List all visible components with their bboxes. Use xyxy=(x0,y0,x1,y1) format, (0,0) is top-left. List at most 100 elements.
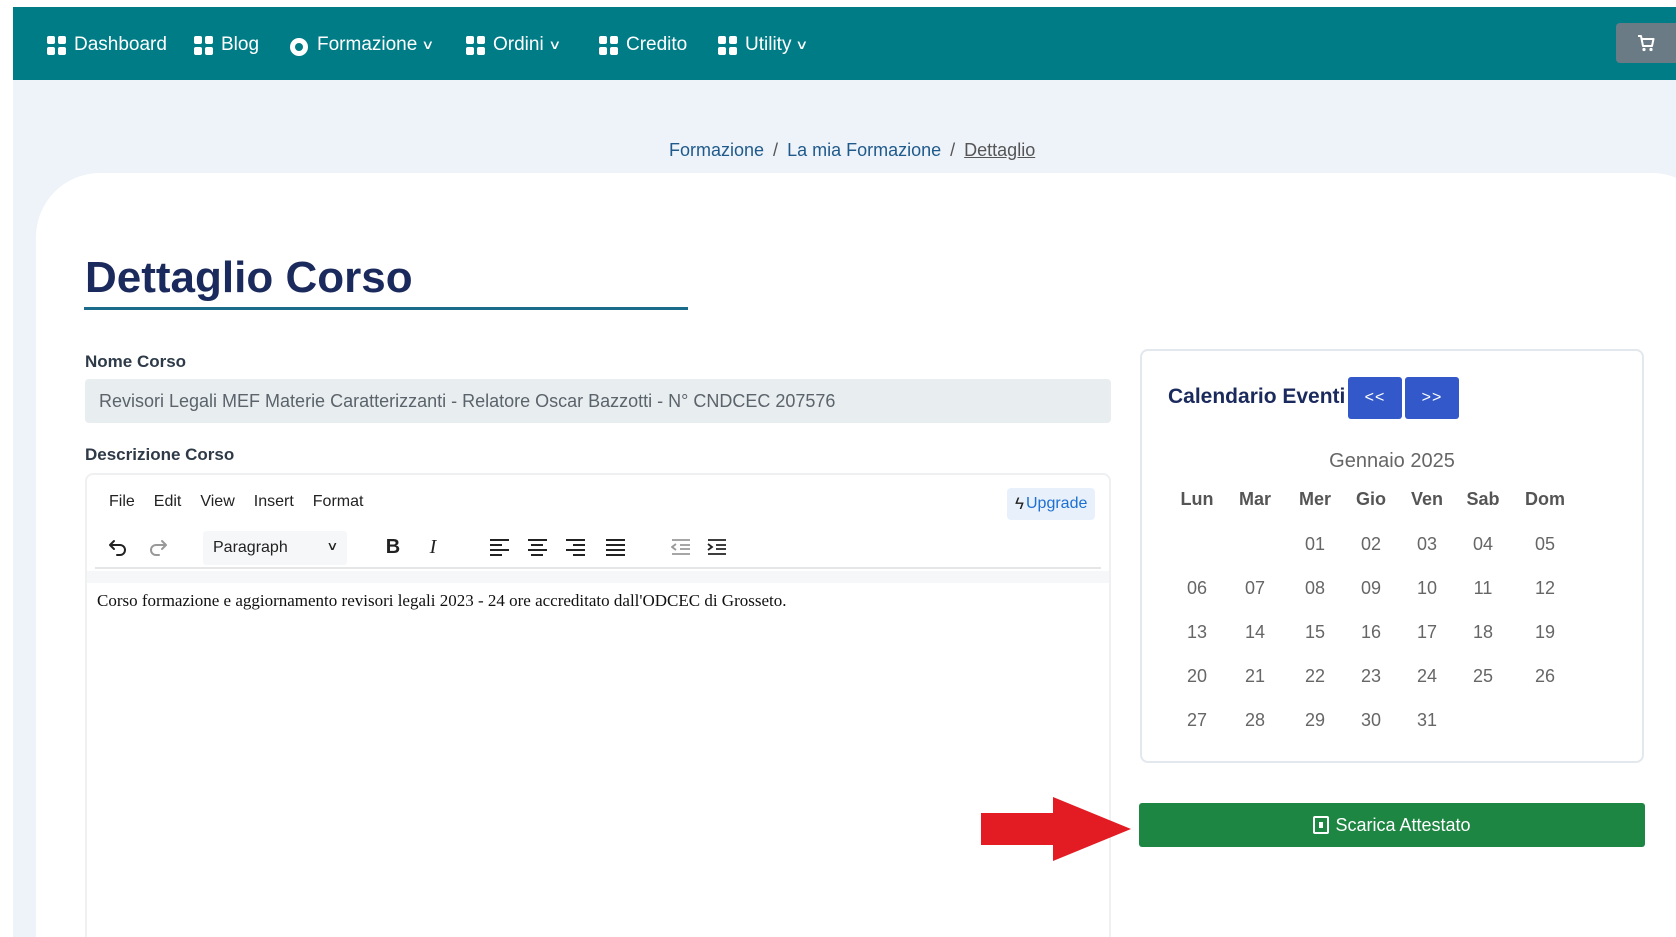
calendar-weekday: Gio xyxy=(1356,489,1386,509)
calendar-weekday: Sab xyxy=(1466,489,1500,509)
menu-insert[interactable]: Insert xyxy=(254,493,294,511)
calendar-day[interactable]: 27 xyxy=(1167,710,1227,731)
globe-icon xyxy=(289,35,309,56)
nav-credito[interactable]: Credito xyxy=(598,33,687,57)
calendar-day[interactable]: 09 xyxy=(1341,578,1401,599)
nav-formazione-label: Formazione xyxy=(317,34,418,55)
grid-icon xyxy=(193,35,213,55)
calendar-day[interactable]: 22 xyxy=(1285,666,1345,687)
align-justify-button[interactable] xyxy=(603,529,627,565)
calendar-day[interactable]: 07 xyxy=(1225,578,1285,599)
grid-icon xyxy=(46,35,66,55)
breadcrumb-formazione[interactable]: Formazione xyxy=(669,140,764,161)
breadcrumb-separator: / xyxy=(773,140,779,160)
course-name-label: Nome Corso xyxy=(85,352,187,371)
italic-button[interactable]: I xyxy=(421,529,445,565)
calendar-day[interactable]: 23 xyxy=(1341,666,1401,687)
align-right-button[interactable] xyxy=(563,529,587,565)
block-format-select[interactable]: Paragraph ∨ xyxy=(203,531,347,565)
breadcrumb-la-mia-formazione[interactable]: La mia Formazione xyxy=(787,140,941,161)
breadcrumb-dettaglio[interactable]: Dettaglio xyxy=(964,140,1035,161)
calendar-day[interactable]: 30 xyxy=(1341,710,1401,731)
align-center-icon xyxy=(527,538,547,556)
calendar-title: Calendario Eventi xyxy=(1168,385,1346,408)
calendar-day[interactable]: 01 xyxy=(1285,534,1345,555)
nav-utility-label: Utility xyxy=(745,34,792,55)
align-center-button[interactable] xyxy=(525,529,549,565)
nav-dashboard-label: Dashboard xyxy=(74,34,167,55)
nav-credito-label: Credito xyxy=(626,34,688,55)
calendar-day[interactable]: 26 xyxy=(1515,666,1575,687)
nav-utility[interactable]: Utility ∨ xyxy=(717,33,809,57)
calendar-day[interactable]: 18 xyxy=(1453,622,1513,643)
calendar-day[interactable]: 16 xyxy=(1341,622,1401,643)
align-left-button[interactable] xyxy=(487,529,511,565)
indent-button[interactable] xyxy=(705,529,729,565)
course-description-label: Descrizione Corso xyxy=(85,445,235,464)
calendar-day[interactable]: 11 xyxy=(1453,578,1513,599)
calendar-day[interactable]: 25 xyxy=(1453,666,1513,687)
calendar-day[interactable]: 08 xyxy=(1285,578,1345,599)
calendar-day[interactable]: 15 xyxy=(1285,622,1345,643)
nav-formazione[interactable]: Formazione ∨ xyxy=(289,33,435,57)
upgrade-button[interactable]: ϟ Upgrade xyxy=(1007,488,1096,520)
grid-icon xyxy=(717,35,737,55)
redo-button[interactable] xyxy=(145,529,171,565)
calendar-day[interactable]: 24 xyxy=(1397,666,1457,687)
cart-button[interactable] xyxy=(1616,23,1676,63)
editor-toolbar: Paragraph ∨ B I xyxy=(87,529,1113,569)
calendar-weekday: Mar xyxy=(1238,489,1271,509)
calendar-day[interactable]: 03 xyxy=(1397,534,1457,555)
calendar-weekday: Ven xyxy=(1410,489,1444,509)
menu-file[interactable]: File xyxy=(109,493,135,511)
breadcrumb-separator: / xyxy=(950,140,956,160)
chevron-down-icon: ∨ xyxy=(421,37,435,52)
calendar-day[interactable]: 10 xyxy=(1397,578,1457,599)
outdent-button[interactable] xyxy=(669,529,693,565)
calendar-day[interactable]: 21 xyxy=(1225,666,1285,687)
calendar-day[interactable]: 29 xyxy=(1285,710,1345,731)
calendar-day[interactable]: 19 xyxy=(1515,622,1575,643)
calendar-day[interactable]: 05 xyxy=(1515,534,1575,555)
app-frame: Dashboard Blog Formazione ∨ Ordini ∨ Cre… xyxy=(13,7,1676,937)
nav-ordini[interactable]: Ordini ∨ xyxy=(465,33,561,57)
calendar-day[interactable]: 31 xyxy=(1397,710,1457,731)
redo-icon xyxy=(150,540,167,556)
toolbar-divider xyxy=(95,567,1101,569)
calendar-weekday: Mer xyxy=(1298,489,1331,509)
calendar-day[interactable]: 02 xyxy=(1341,534,1401,555)
align-justify-icon xyxy=(605,538,625,556)
bold-icon: B xyxy=(385,535,401,558)
document-icon xyxy=(1313,816,1330,834)
lightning-icon: ϟ xyxy=(1015,494,1024,513)
outdent-icon xyxy=(671,539,690,555)
page-title: Dettaglio Corso xyxy=(85,253,413,302)
cart-icon xyxy=(1638,35,1655,52)
bold-button[interactable]: B xyxy=(381,529,405,565)
course-name-field[interactable]: Revisori Legali MEF Materie Caratterizza… xyxy=(85,379,1111,423)
menu-view[interactable]: View xyxy=(200,493,234,511)
calendar-prev-button[interactable]: << xyxy=(1348,377,1402,419)
align-left-icon xyxy=(489,538,509,556)
align-right-icon xyxy=(565,538,585,556)
menu-format[interactable]: Format xyxy=(313,493,364,511)
events-calendar: Calendario Eventi << >> Gennaio 2025 Lun… xyxy=(1140,349,1644,763)
calendar-day[interactable]: 13 xyxy=(1167,622,1227,643)
calendar-day[interactable]: 14 xyxy=(1225,622,1285,643)
calendar-day[interactable]: 12 xyxy=(1515,578,1575,599)
nav-dashboard[interactable]: Dashboard xyxy=(46,33,167,57)
nav-blog[interactable]: Blog xyxy=(193,33,259,57)
nav-blog-label: Blog xyxy=(221,34,260,55)
calendar-day[interactable]: 17 xyxy=(1397,622,1457,643)
top-navbar: Dashboard Blog Formazione ∨ Ordini ∨ Cre… xyxy=(13,7,1676,80)
calendar-day[interactable]: 04 xyxy=(1453,534,1513,555)
undo-button[interactable] xyxy=(105,529,131,565)
menu-edit[interactable]: Edit xyxy=(154,493,182,511)
download-certificate-button[interactable]: Scarica Attestato xyxy=(1139,803,1645,847)
calendar-day[interactable]: 28 xyxy=(1225,710,1285,731)
calendar-day[interactable]: 20 xyxy=(1167,666,1227,687)
calendar-next-button[interactable]: >> xyxy=(1405,377,1459,419)
calendar-day[interactable]: 06 xyxy=(1167,578,1227,599)
download-certificate-label: Scarica Attestato xyxy=(1335,814,1471,835)
editor-content[interactable]: Corso formazione e aggiornamento revisor… xyxy=(97,591,786,611)
